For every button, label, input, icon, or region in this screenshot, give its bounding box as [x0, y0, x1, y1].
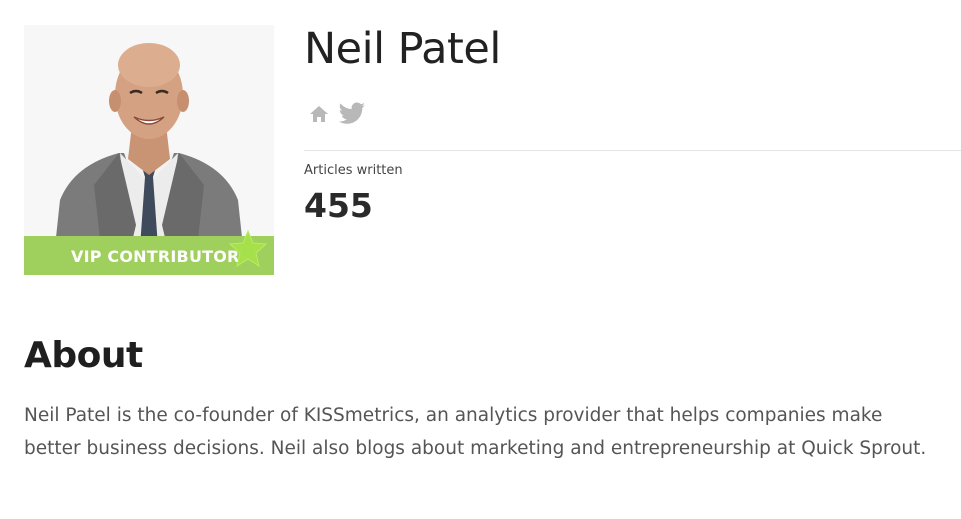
about-heading: About	[24, 335, 143, 376]
twitter-icon	[338, 102, 365, 124]
articles-written-count: 455	[304, 186, 373, 225]
home-icon	[310, 106, 328, 122]
header-divider	[304, 150, 961, 151]
author-name: Neil Patel	[304, 24, 501, 74]
about-text: Neil Patel is the co-founder of KISSmetr…	[24, 405, 927, 459]
social-links	[308, 102, 366, 126]
articles-written-label: Articles written	[304, 163, 403, 178]
home-link[interactable]	[308, 104, 330, 124]
vip-badge-label: VIP CONTRIBUTOR	[71, 247, 240, 266]
twitter-link[interactable]	[338, 102, 366, 126]
author-photo: VIP CONTRIBUTOR	[24, 25, 274, 275]
star-icon	[228, 230, 268, 268]
vip-contributor-badge: VIP CONTRIBUTOR	[24, 230, 274, 275]
